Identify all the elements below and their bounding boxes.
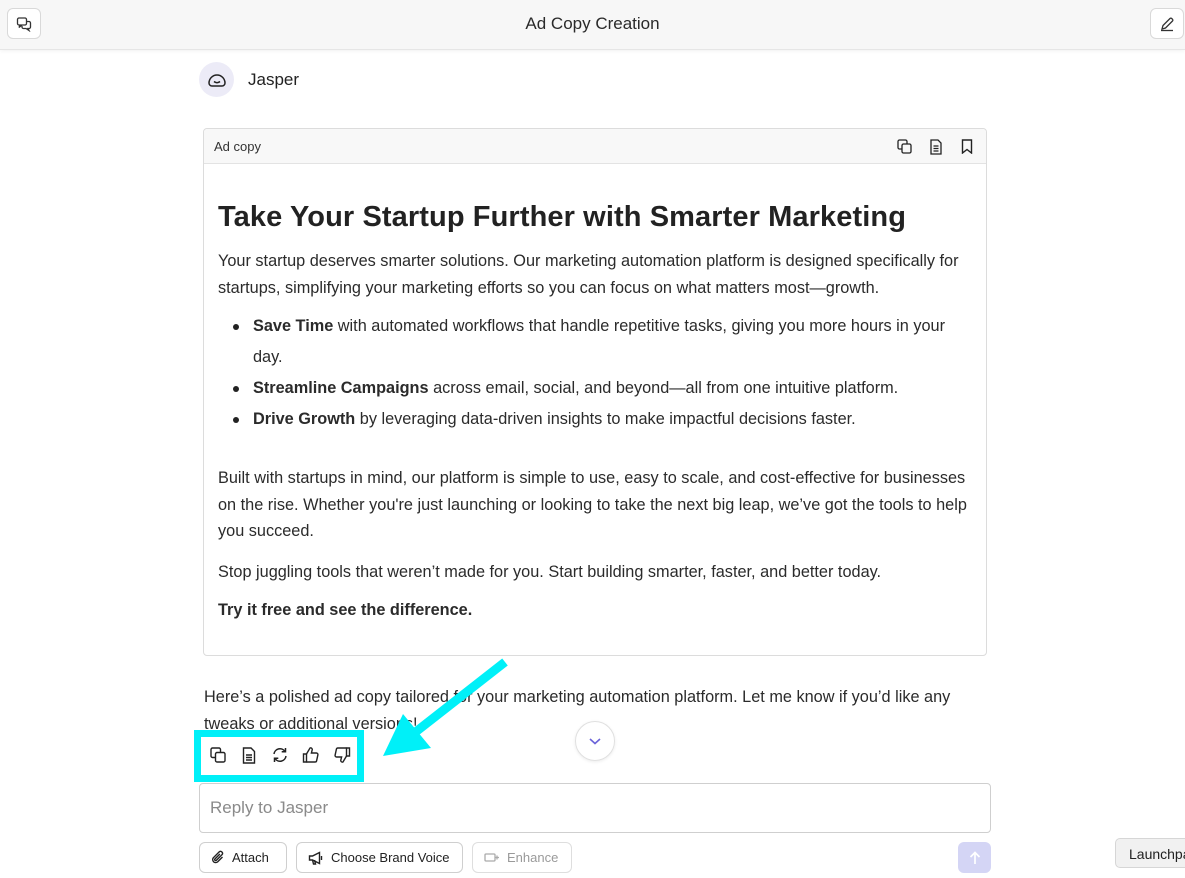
card-copy-button[interactable] [895, 137, 914, 156]
ad-closer: Try it free and see the difference. [218, 601, 473, 619]
ad-copy-card: Ad copy Take Your Startup Further with S… [203, 128, 987, 656]
list-item: Drive Growth by leveraging data-driven i… [233, 404, 978, 435]
card-label: Ad copy [214, 139, 261, 154]
card-header: Ad copy [204, 129, 986, 164]
attach-label: Attach [232, 850, 269, 865]
page-title: Ad Copy Creation [525, 14, 660, 33]
bookmark-icon [961, 139, 972, 154]
enhance-label: Enhance [507, 850, 559, 865]
reply-input[interactable] [199, 783, 991, 833]
chevron-down-icon [589, 738, 601, 745]
launchpad-tab[interactable]: Launchpad [1115, 838, 1185, 868]
megaphone-icon [308, 850, 323, 865]
attach-button[interactable]: Attach [199, 842, 287, 873]
enhance-button[interactable]: Enhance [472, 842, 572, 873]
jasper-logo-icon [207, 73, 226, 87]
document-icon [929, 138, 942, 155]
scroll-down-button[interactable] [575, 721, 615, 761]
send-button[interactable] [958, 842, 991, 873]
card-document-button[interactable] [926, 137, 945, 156]
top-header: Ad Copy Creation [0, 0, 1185, 50]
brand-voice-label: Choose Brand Voice [331, 850, 450, 865]
new-chat-button[interactable] [1150, 8, 1184, 39]
sender-name: Jasper [248, 70, 300, 89]
annotation-highlight-box [194, 730, 364, 782]
ad-headline: Take Your Startup Further with Smarter M… [218, 201, 907, 233]
edit-pencil-icon [1161, 17, 1174, 31]
enhance-icon [484, 853, 499, 862]
ad-cta-line: Stop juggling tools that weren’t made fo… [218, 562, 882, 581]
arrow-up-icon [969, 850, 980, 864]
copy-icon [897, 139, 912, 154]
ad-body: Built with startups in mind, our platfor… [218, 469, 967, 540]
annotation-arrow-icon [383, 658, 508, 756]
card-bookmark-button[interactable] [957, 137, 976, 156]
choose-brand-voice-button[interactable]: Choose Brand Voice [296, 842, 463, 873]
avatar [199, 62, 234, 97]
ad-intro: Your startup deserves smarter solutions.… [218, 252, 959, 297]
benefit-list: Save Time with automated workflows that … [218, 311, 978, 435]
list-item: Streamline Campaigns across email, socia… [233, 373, 978, 404]
list-item: Save Time with automated workflows that … [233, 311, 978, 373]
paperclip-icon [212, 850, 224, 864]
